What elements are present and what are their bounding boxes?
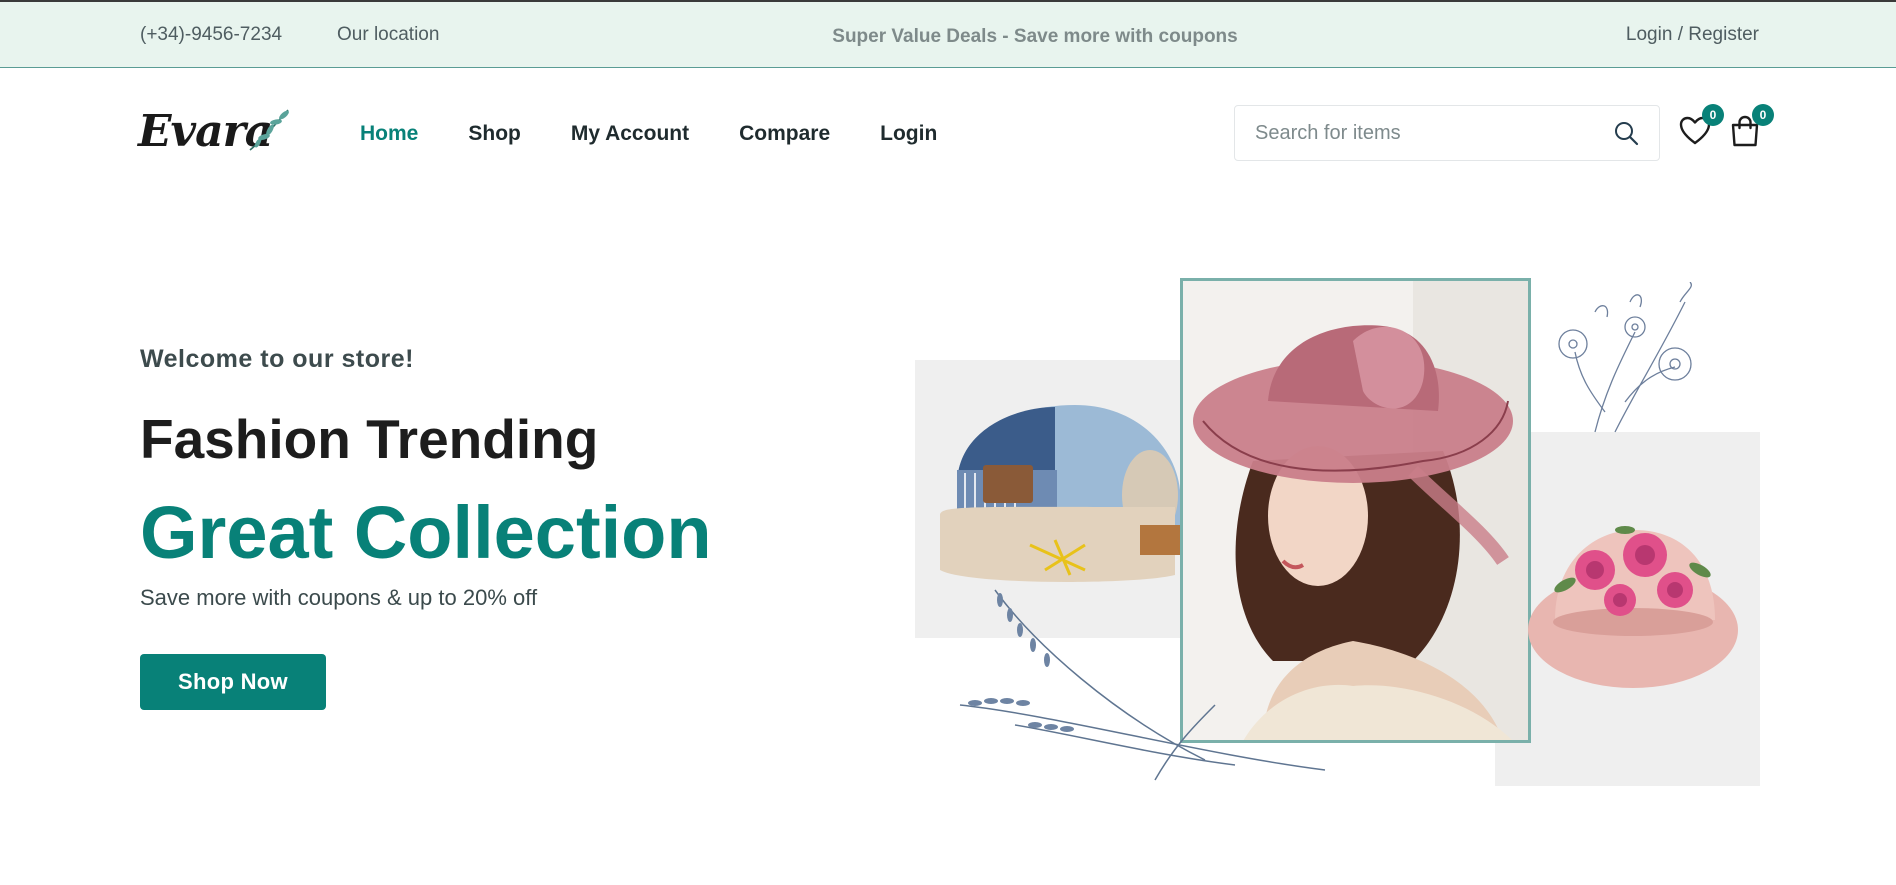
search-icon[interactable] (1613, 120, 1639, 146)
flower-sketch (1558, 282, 1692, 433)
search-input[interactable] (1235, 106, 1595, 160)
nav-compare[interactable]: Compare (739, 122, 830, 146)
hero-title: Fashion Trending (140, 408, 599, 470)
promo-message: Super Value Deals - Save more with coupo… (832, 26, 1238, 47)
denim-cap-image (940, 405, 1180, 582)
nav-home[interactable]: Home (360, 122, 418, 146)
hero-welcome: Welcome to our store! (140, 345, 414, 373)
nav-login[interactable]: Login (880, 122, 937, 146)
header: Evara Home Shop My Account Compare Login… (0, 68, 1896, 198)
shop-now-button[interactable]: Shop Now (140, 654, 326, 710)
nav-my-account[interactable]: My Account (571, 122, 689, 146)
wishlist-button[interactable]: 0 (1678, 104, 1724, 148)
pink-floral-hat-image (1528, 526, 1738, 688)
login-register-link[interactable]: Login / Register (1626, 24, 1759, 46)
wishlist-count-badge: 0 (1702, 104, 1724, 126)
lavender-sketch (959, 589, 1326, 781)
search-box (1234, 105, 1660, 161)
cart-count-badge: 0 (1752, 104, 1774, 126)
nav-shop[interactable]: Shop (468, 122, 521, 146)
hero-subtitle: Save more with coupons & up to 20% off (140, 585, 538, 610)
leaf-sprig-icon (249, 109, 289, 151)
hero-highlight: Great Collection (140, 491, 712, 574)
top-bar: (+34)-9456-7234 Our location Super Value… (0, 0, 1896, 68)
logo[interactable]: Evara (138, 106, 293, 160)
main-nav: Home Shop My Account Compare Login (360, 122, 987, 146)
cart-button[interactable]: 0 (1728, 104, 1774, 148)
